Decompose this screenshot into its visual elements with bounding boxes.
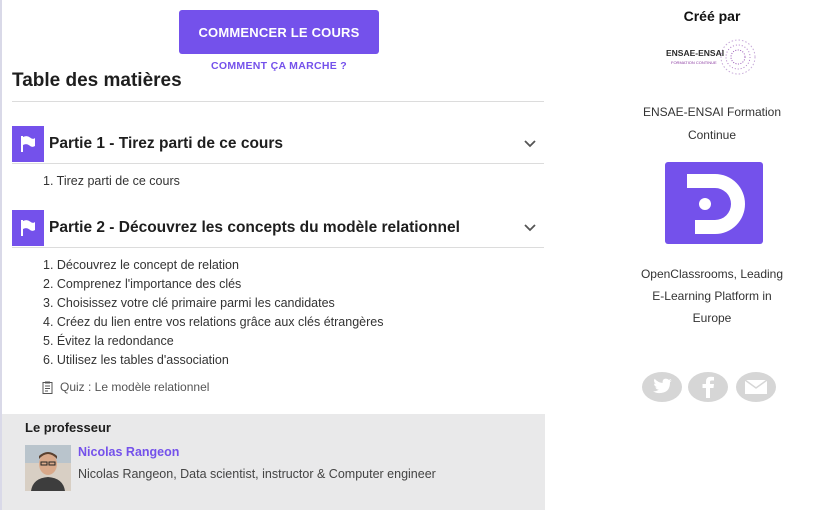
divider — [12, 163, 544, 164]
chapter-link[interactable]: 1. Découvrez le concept de relation — [43, 258, 239, 272]
part-2-flag — [12, 210, 44, 246]
chapter-link[interactable]: 5. Évitez la redondance — [43, 334, 174, 348]
flag-icon — [21, 220, 35, 236]
openclassrooms-name-line: Europe — [692, 311, 732, 325]
professor-section-title: Le professeur — [25, 420, 111, 435]
professor-section: Le professeur Nicolas Rangeon Nicolas Ra… — [2, 414, 545, 510]
sidebar: Créé par ENSAE-ENSAI FORMATION CONTINUE … — [600, 0, 824, 510]
created-by-heading: Créé par — [683, 8, 741, 24]
openclassrooms-name-line: OpenClassrooms, Leading — [640, 267, 784, 281]
twitter-share-button[interactable] — [642, 372, 682, 402]
email-share-button[interactable] — [736, 372, 776, 402]
how-it-works-link[interactable]: COMMENT ÇA MARCHE ? — [179, 60, 379, 72]
quiz-icon — [42, 381, 53, 394]
professor-name-link[interactable]: Nicolas Rangeon — [78, 445, 179, 459]
openclassrooms-name-line: E-Learning Platform in — [652, 289, 772, 303]
twitter-icon — [652, 378, 672, 394]
professor-description: Nicolas Rangeon, Data scientist, instruc… — [78, 467, 436, 481]
divider — [12, 101, 544, 102]
part-1-flag — [12, 126, 44, 162]
facebook-share-button[interactable] — [688, 372, 728, 402]
facebook-icon — [702, 376, 714, 398]
part-1-header[interactable]: Partie 1 - Tirez parti de ce cours — [12, 126, 544, 162]
ensae-logo-subtext: FORMATION CONTINUE — [671, 60, 717, 65]
avatar — [25, 445, 71, 491]
toc-title: Table des matières — [12, 70, 182, 91]
part-2-title: Partie 2 - Découvrez les concepts du mod… — [49, 219, 460, 236]
quiz-link[interactable]: Quiz : Le modèle relationnel — [42, 380, 209, 394]
ensae-name[interactable]: ENSAE-ENSAI Formation Continue — [612, 101, 812, 147]
chapter-link[interactable]: 1. Tirez parti de ce cours — [43, 174, 180, 188]
email-icon — [744, 379, 768, 394]
course-main: COMMENCER LE COURS COMMENT ÇA MARCHE ? T… — [0, 0, 545, 510]
divider — [12, 247, 544, 248]
start-course-button[interactable]: COMMENCER LE COURS — [179, 10, 379, 54]
part-2-header[interactable]: Partie 2 - Découvrez les concepts du mod… — [12, 210, 544, 246]
ensae-name-line: Continue — [687, 128, 737, 142]
part-1-title: Partie 1 - Tirez parti de ce cours — [49, 135, 284, 152]
chapter-link[interactable]: 2. Comprenez l'importance des clés — [43, 277, 241, 291]
ensae-logo-text: ENSAE-ENSAI — [666, 48, 724, 58]
ensae-name-line: ENSAE-ENSAI Formation — [642, 105, 782, 119]
quiz-label: Quiz : Le modèle relationnel — [60, 380, 210, 394]
chapter-link[interactable]: 6. Utilisez les tables d'association — [43, 353, 229, 367]
chevron-down-icon[interactable] — [520, 218, 540, 238]
chevron-down-icon[interactable] — [520, 134, 540, 154]
ensae-logo[interactable]: ENSAE-ENSAI FORMATION CONTINUE — [662, 34, 762, 82]
chapter-link[interactable]: 3. Choisissez votre clé primaire parmi l… — [43, 296, 335, 310]
flag-icon — [21, 136, 35, 152]
openclassrooms-name[interactable]: OpenClassrooms, Leading E-Learning Platf… — [610, 263, 814, 329]
chapter-link[interactable]: 4. Créez du lien entre vos relations grâ… — [43, 315, 383, 329]
openclassrooms-logo[interactable] — [665, 162, 763, 244]
